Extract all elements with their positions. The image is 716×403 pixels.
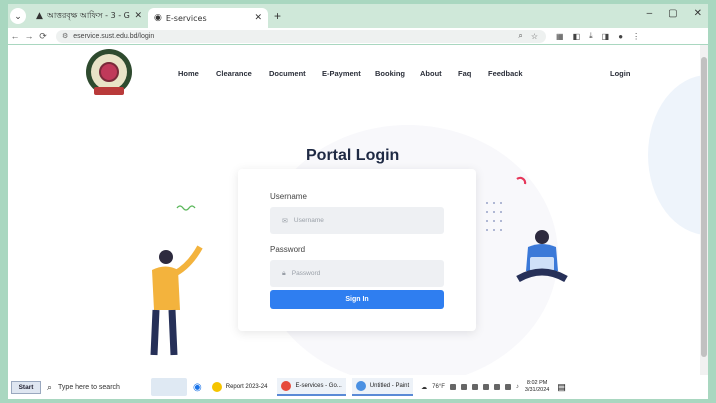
new-tab-button[interactable]: + bbox=[274, 9, 281, 23]
chrome-icon bbox=[281, 381, 292, 391]
person-laptop-illustration bbox=[516, 230, 568, 283]
tray-app-icon[interactable] bbox=[460, 384, 467, 390]
page-viewport: Home Clearance Document E-Payment Bookin… bbox=[8, 45, 700, 375]
squiggle-decor bbox=[176, 205, 196, 211]
arc-decor bbox=[516, 176, 527, 185]
dots-decor bbox=[486, 202, 502, 231]
password-field[interactable]: 🔒︎ Password bbox=[270, 260, 444, 287]
tray-app-icon[interactable] bbox=[504, 384, 511, 390]
lock-icon: 🔒︎ bbox=[282, 269, 286, 277]
nav-booking[interactable]: Booking bbox=[375, 69, 405, 78]
profile-avatar-icon[interactable]: ● bbox=[618, 32, 623, 41]
close-tab-icon[interactable]: ✕ bbox=[254, 13, 262, 23]
browser-tab-doc[interactable]: ▲ আত্তরবৃক্ষ আফিস - 3 - Google ✕ bbox=[30, 6, 148, 26]
sign-in-button[interactable]: Sign In bbox=[270, 290, 444, 309]
extension-icon[interactable]: ▦ bbox=[556, 32, 564, 41]
maximize-button[interactable]: ▢ bbox=[668, 8, 677, 19]
drive-icon: ▲ bbox=[36, 11, 43, 21]
reload-button[interactable]: ⟳ bbox=[36, 31, 50, 42]
taskbar-item-report[interactable]: Report 2023-24 bbox=[208, 378, 272, 396]
nav-about[interactable]: About bbox=[420, 69, 442, 78]
folder-icon bbox=[211, 382, 222, 392]
url-field[interactable]: ⚙ eservice.sust.edu.bd/login ⌕ ☆ bbox=[56, 29, 546, 43]
edge-browser-icon[interactable]: ◉ bbox=[193, 382, 202, 393]
system-tray: ☁ 76°F ♪ bbox=[421, 384, 519, 391]
window-controls: – ▢ ✕ bbox=[647, 8, 702, 19]
mail-icon: ✉ bbox=[282, 217, 288, 225]
menu-kebab-icon[interactable]: ⋮ bbox=[632, 32, 640, 41]
weather-icon[interactable]: ☁ bbox=[421, 384, 427, 391]
bookmark-star-icon[interactable]: ☆ bbox=[531, 32, 538, 41]
address-bar: ← → ⟳ ⚙ eservice.sust.edu.bd/login ⌕ ☆ ▦… bbox=[8, 28, 708, 44]
tab-title: আত্তরবৃক্ষ আফিস - 3 - Google bbox=[46, 10, 131, 20]
nav-feedback[interactable]: Feedback bbox=[488, 69, 523, 78]
puzzle-icon[interactable]: ◧ bbox=[573, 32, 581, 41]
start-button[interactable]: Start bbox=[11, 380, 41, 394]
decor-blob bbox=[648, 75, 700, 235]
logo-ribbon bbox=[94, 87, 124, 95]
os-taskbar: Start ⌕ Type here to search ◉ Report 202… bbox=[8, 375, 708, 399]
back-button[interactable]: ← bbox=[8, 31, 22, 41]
password-placeholder: Password bbox=[291, 270, 321, 277]
tray-app-icon[interactable] bbox=[449, 384, 456, 390]
nav-faq[interactable]: Faq bbox=[458, 69, 471, 78]
tray-app-icon[interactable] bbox=[471, 384, 478, 390]
close-window-button[interactable]: ✕ bbox=[694, 8, 702, 19]
taskbar-search[interactable]: ⌕ Type here to search bbox=[47, 379, 147, 395]
tray-app-icon[interactable] bbox=[482, 384, 489, 390]
minimize-button[interactable]: – bbox=[647, 8, 653, 19]
close-tab-icon[interactable]: ✕ bbox=[134, 11, 142, 21]
taskbar-item-paint[interactable]: Untitled - Paint bbox=[351, 378, 414, 396]
weather-temp[interactable]: 76°F bbox=[432, 384, 445, 390]
nav-epayment[interactable]: E-Payment bbox=[322, 69, 361, 78]
notification-icon[interactable]: ▤ bbox=[557, 382, 566, 393]
tab-title: E-services bbox=[165, 13, 207, 23]
tab-search-button[interactable]: ⌄ bbox=[10, 8, 26, 24]
nav-document[interactable]: Document bbox=[269, 69, 306, 78]
clock-time: 8:02 PM bbox=[526, 380, 548, 386]
paint-icon bbox=[355, 381, 366, 391]
site-info-icon[interactable]: ⚙ bbox=[62, 32, 68, 40]
zoom-icon[interactable]: ⌕ bbox=[518, 31, 522, 41]
sidepanel-icon[interactable]: ◨ bbox=[602, 32, 610, 41]
taskbar-item-label: E-services - Go... bbox=[295, 383, 342, 389]
login-card: Username ✉ Username Password 🔒︎ Password… bbox=[238, 169, 476, 331]
search-icon: ⌕ bbox=[47, 381, 53, 392]
taskbar-item-eservices[interactable]: E-services - Go... bbox=[277, 378, 346, 396]
extensions-bar: ▦ ◧ ⤓ ◨ ● ⋮ bbox=[556, 31, 640, 41]
clock-date: 3/31/2024 bbox=[524, 387, 550, 393]
nav-login[interactable]: Login bbox=[610, 69, 630, 78]
username-placeholder: Username bbox=[293, 217, 324, 224]
taskbar-item-label: Untitled - Paint bbox=[369, 383, 410, 389]
forward-button[interactable]: → bbox=[22, 31, 36, 41]
person-pointing-illustration bbox=[150, 245, 203, 356]
main-nav: Home Clearance Document E-Payment Bookin… bbox=[8, 69, 700, 81]
taskbar-item-label: Report 2023-24 bbox=[225, 384, 268, 390]
tray-app-icon[interactable] bbox=[493, 384, 500, 390]
system-clock[interactable]: 8:02 PM 3/31/2024 bbox=[525, 380, 549, 394]
nav-clearance[interactable]: Clearance bbox=[216, 69, 252, 78]
username-field[interactable]: ✉ Username bbox=[270, 207, 444, 234]
browser-tab-eservices[interactable]: ◉ E-services ✕ bbox=[148, 8, 268, 28]
download-icon[interactable]: ⤓ bbox=[589, 31, 593, 41]
page-title: Portal Login bbox=[306, 147, 400, 164]
username-label: Username bbox=[270, 192, 307, 201]
browser-tab-strip: ⌄ ▲ আত্তরবৃক্ষ আফিস - 3 - Google ✕ ◉ E-s… bbox=[8, 4, 708, 28]
volume-icon[interactable]: ♪ bbox=[516, 384, 519, 390]
scroll-thumb[interactable] bbox=[701, 57, 707, 357]
taskbar-widget-thumbnail[interactable] bbox=[151, 378, 187, 396]
url-text: eservice.sust.edu.bd/login bbox=[73, 32, 155, 40]
site-favicon-icon: ◉ bbox=[154, 13, 162, 23]
password-label: Password bbox=[270, 245, 306, 254]
page-scrollbar[interactable] bbox=[700, 45, 708, 375]
search-placeholder: Type here to search bbox=[58, 383, 120, 391]
nav-home[interactable]: Home bbox=[178, 69, 199, 78]
